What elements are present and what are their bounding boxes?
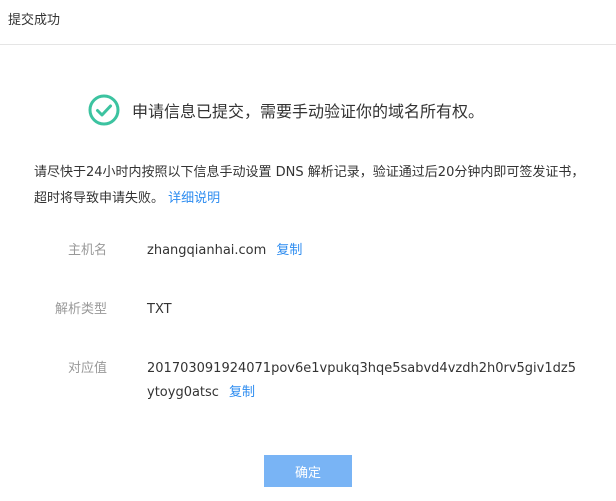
instruction-body: 请尽快于24小时内按照以下信息手动设置 DNS 解析记录，验证通过后20分钟内即…	[34, 165, 585, 206]
ok-button[interactable]: 确定	[264, 455, 352, 487]
dialog-header: 提交成功	[0, 0, 616, 45]
record-value: 201703091924071pov6e1vpukq3hqe5sabvd4vzd…	[147, 361, 576, 400]
success-message-row: 申请信息已提交，需要手动验证你的域名所有权。	[88, 94, 484, 126]
host-value-wrap: zhangqianhai.com 复制	[147, 239, 582, 263]
record-type-label: 解析类型	[54, 302, 107, 317]
host-value: zhangqianhai.com	[147, 243, 267, 258]
success-message: 申请信息已提交，需要手动验证你的域名所有权。	[132, 102, 485, 121]
copy-host-button[interactable]: 复制	[276, 243, 302, 258]
dialog-title: 提交成功	[8, 12, 61, 28]
check-circle-icon	[88, 94, 120, 126]
instruction-text: 请尽快于24小时内按照以下信息手动设置 DNS 解析记录，验证通过后20分钟内即…	[34, 160, 594, 212]
details-link[interactable]: 详细说明	[168, 191, 220, 206]
record-type-value: TXT	[147, 302, 172, 317]
record-value-label: 对应值	[67, 361, 107, 376]
host-label: 主机名	[67, 243, 107, 258]
record-value-wrap: 201703091924071pov6e1vpukq3hqe5sabvd4vzd…	[147, 357, 582, 405]
submit-success-dialog: 提交成功 申请信息已提交，需要手动验证你的域名所有权。 请尽快于24小时内按照以…	[0, 0, 616, 501]
copy-record-value-button[interactable]: 复制	[229, 385, 255, 400]
record-type-value-wrap: TXT	[147, 298, 582, 322]
